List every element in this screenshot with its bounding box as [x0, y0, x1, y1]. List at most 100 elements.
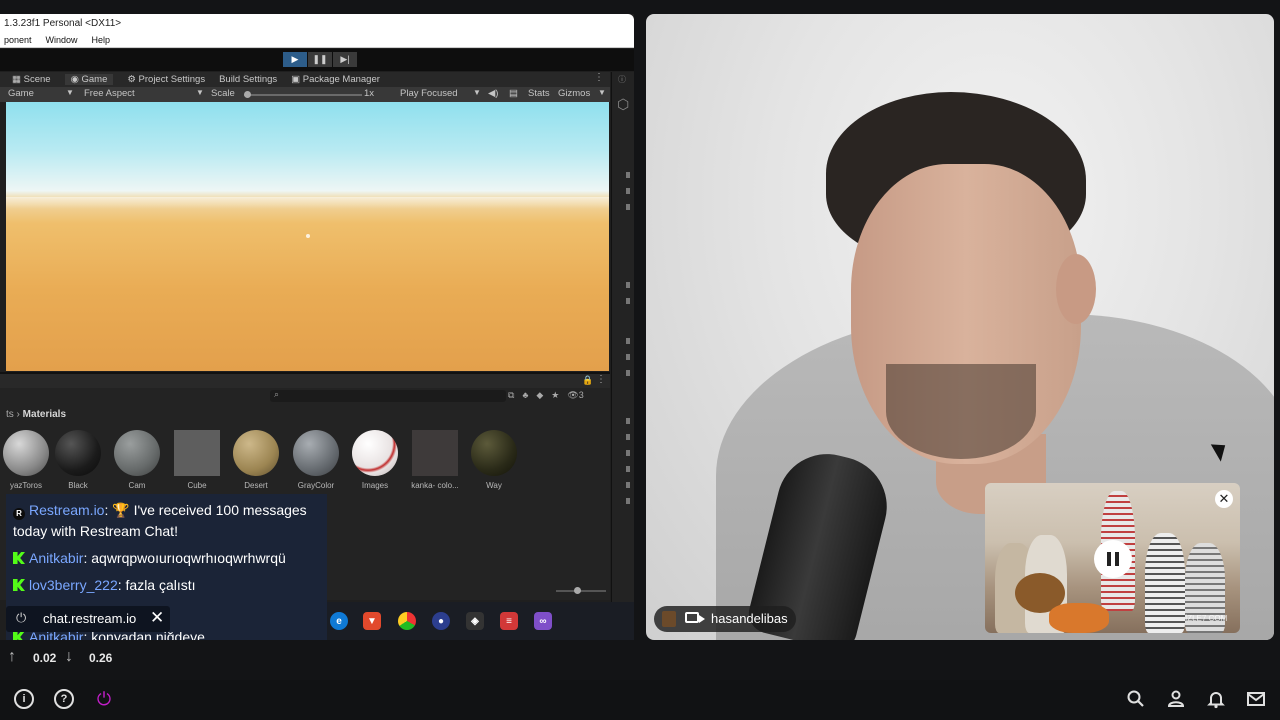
chevron-down-icon: ▼ — [473, 88, 481, 97]
stream-canvas: 1.3.23f1 Personal <DX11> ponent Window H… — [0, 0, 1280, 720]
star-icon[interactable]: ★ — [551, 390, 559, 401]
help-icon[interactable]: ? — [54, 689, 74, 709]
pause-button[interactable] — [1094, 540, 1132, 578]
scale-value: 1x — [364, 88, 375, 99]
close-icon[interactable]: ✕ — [150, 608, 164, 628]
display-dropdown[interactable]: Game — [8, 88, 34, 99]
material-item[interactable]: kanka- colo... — [408, 430, 462, 490]
search-icon: ⌕ — [274, 389, 280, 399]
os-taskbar: e ▼ ● ◈ ≡ ∞ — [326, 602, 634, 640]
menu-item-window[interactable]: Window — [46, 33, 78, 47]
play-toolbar: ▶ ❚❚ ▶| — [0, 49, 634, 71]
power-icon: ⏻ — [16, 610, 27, 625]
package-icon: ▣ — [291, 74, 303, 85]
mail-icon[interactable] — [1246, 689, 1266, 709]
kick-icon — [13, 579, 25, 591]
step-button[interactable]: ▶| — [333, 52, 357, 67]
notifications-icon[interactable] — [1206, 689, 1226, 709]
breadcrumb-current[interactable]: Materials — [23, 409, 66, 420]
project-search-input[interactable]: ⌕ — [270, 389, 506, 402]
avatar — [662, 611, 676, 627]
info-icon[interactable]: i — [14, 689, 34, 709]
grid-icon: ▦ — [12, 74, 24, 85]
step-icon: ▶| — [340, 54, 350, 64]
inspector-panel: ⓘ ⬡ — [611, 72, 634, 640]
camera-icon — [685, 612, 705, 623]
scale-slider[interactable] — [244, 91, 362, 98]
filter-icon[interactable]: ⧉ — [508, 390, 514, 401]
material-item[interactable]: Cube — [170, 430, 224, 490]
aspect-dropdown[interactable]: Free Aspect — [84, 88, 135, 99]
arrow-up-icon: ↑ — [8, 648, 16, 665]
tab-scene[interactable]: ▦ Scene — [12, 74, 51, 85]
participant-name-tag: hasandelibas — [654, 606, 796, 632]
power-icon[interactable]: ⏻ — [94, 689, 114, 709]
stats-icon: ▤ — [509, 88, 518, 99]
play-mode-dropdown[interactable]: Play Focused — [400, 88, 458, 99]
tab-game[interactable]: ◉ Game — [64, 74, 114, 85]
mute-icon[interactable]: ◀) — [488, 88, 498, 99]
more-icon[interactable]: ⋮ — [594, 72, 604, 83]
visual-studio-icon[interactable]: ∞ — [534, 612, 552, 630]
cube-icon: ⬡ — [617, 96, 630, 112]
material-item[interactable]: yazToros — [0, 430, 53, 490]
app-icon-red[interactable]: ≡ — [500, 612, 518, 630]
material-item[interactable]: Cam — [110, 430, 164, 490]
gamepad-icon: ◉ — [70, 74, 82, 85]
pip-video[interactable]: ✕ İZLE7 COM — [985, 483, 1240, 633]
scale-label: Scale — [211, 88, 235, 99]
material-item[interactable]: Desert — [229, 430, 283, 490]
upload-value: 0.02 — [33, 651, 57, 665]
breadcrumb: ts › Materials — [6, 409, 67, 420]
chrome-icon[interactable] — [398, 612, 416, 630]
chat-message: R Restream.io: 🏆 I've received 100 messag… — [13, 502, 307, 539]
breadcrumb-parent[interactable]: ts — [6, 409, 14, 420]
play-button[interactable]: ▶ — [283, 52, 307, 67]
icon-size-slider[interactable] — [556, 587, 606, 594]
restream-icon: R — [13, 508, 25, 520]
tab-package-manager[interactable]: ▣ Package Manager — [291, 74, 380, 85]
tab-project-settings[interactable]: ⚙ Project Settings — [127, 74, 205, 85]
close-icon[interactable]: ✕ — [1215, 490, 1233, 508]
chat-source-bar: ⏻ chat.restream.io ✕ — [6, 606, 170, 632]
profile-icon[interactable] — [1166, 689, 1186, 709]
tab-build-settings[interactable]: Build Settings — [219, 74, 277, 85]
arrow-down-icon: ↓ — [65, 648, 73, 665]
edge-icon[interactable]: e — [330, 612, 348, 630]
menu-bar: ponent Window Help — [0, 33, 634, 48]
material-item[interactable]: Way — [467, 430, 521, 490]
material-item[interactable]: Images — [348, 430, 402, 490]
pause-icon: ❚❚ — [312, 54, 328, 64]
pause-icon — [1107, 552, 1111, 566]
chat-source-url: chat.restream.io — [43, 611, 137, 626]
lock-icon[interactable]: 🔒 — [582, 375, 593, 386]
pause-button[interactable]: ❚❚ — [308, 52, 332, 67]
unity-icon[interactable]: ◈ — [466, 612, 484, 630]
download-value: 0.26 — [89, 651, 113, 665]
more-icon[interactable]: ⋮ — [596, 374, 606, 385]
crosshair — [306, 234, 310, 238]
game-viewport[interactable] — [6, 102, 609, 371]
brave-icon[interactable]: ▼ — [363, 612, 381, 630]
slider-handle[interactable] — [244, 91, 251, 98]
menu-item-help[interactable]: Help — [92, 33, 111, 47]
participant-name: hasandelibas — [711, 611, 788, 626]
gizmos-button[interactable]: Gizmos — [558, 88, 590, 99]
tag-icon[interactable]: ◆ — [536, 390, 543, 401]
menu-item-component[interactable]: ponent — [4, 33, 32, 47]
search-icon[interactable] — [1126, 689, 1146, 709]
chevron-down-icon: ▼ — [196, 88, 204, 97]
label-icon[interactable]: ♣ — [522, 390, 528, 401]
play-icon: ▶ — [291, 54, 299, 64]
window-title: 1.3.23f1 Personal <DX11> — [0, 14, 634, 33]
material-item[interactable]: GrayColor — [289, 430, 343, 490]
info-icon: ⓘ — [618, 75, 626, 84]
video-watermark: İZLE7 COM — [1185, 614, 1228, 623]
hidden-count[interactable]: 👁3 — [567, 390, 583, 401]
kick-icon — [13, 631, 25, 640]
material-item[interactable]: Black — [51, 430, 105, 490]
materials-grid: yazToros Black Cam Cube Desert GrayColor… — [3, 430, 564, 500]
kick-icon — [13, 552, 25, 564]
app-icon[interactable]: ● — [432, 612, 450, 630]
stats-button[interactable]: Stats — [528, 88, 550, 99]
